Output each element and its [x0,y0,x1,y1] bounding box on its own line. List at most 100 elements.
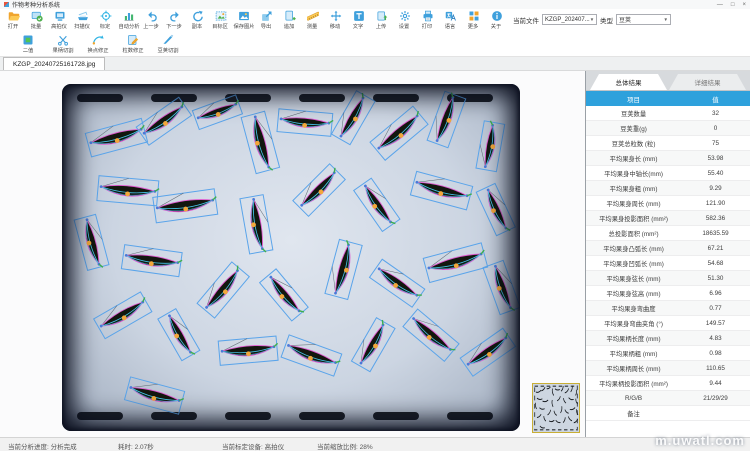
toolbar-button-more[interactable]: 更多 [462,10,485,31]
toolbar-button-language[interactable]: 语言 [439,10,462,31]
toolbar-button-prev-step[interactable]: 上一步 [140,10,163,31]
toolbar-button-auto-analyze[interactable]: 自动分析 [117,10,140,31]
toolbar-button-calibrate[interactable]: 标定 [94,10,117,31]
results-table-body: 豆荚数量32豆荚重(g)0豆荚总粒数 (粒)75平均果身长 (mm)53.98平… [586,106,750,421]
row-item-value: 9.44 [681,376,750,390]
row-item-value: 9.29 [681,181,750,195]
toolbar-button-stem-cut[interactable]: 果柄切割 [48,34,78,55]
type-combobox[interactable]: 豆荚 ▼ [616,14,671,25]
toolbar-button-label: 换点修正 [87,46,108,54]
toolbar-button-doc-camera[interactable]: 高拍仪 [48,10,71,31]
row-item-label: 总投影面积 (mm²) [586,226,681,240]
table-row: 平均果身粗 (mm)9.29 [586,181,750,196]
table-row: 平均果柄周长 (mm)110.65 [586,361,750,376]
status-bar: 当前分析进度: 分析完成 耗时: 2.07秒 当前标定设备: 高拍仪 当前缩放比… [0,437,750,451]
close-button[interactable]: × [742,2,746,8]
status-progress: 当前分析进度: 分析完成 [8,441,77,451]
toolbar-button-target-area[interactable]: 目标区 [209,10,232,31]
toolbar-button-batch[interactable]: 批量 [25,10,48,31]
table-row: 豆荚重(g)0 [586,121,750,136]
calibrate-icon [100,10,112,22]
row-item-value: 582.36 [681,211,750,225]
toolbar-button-binarize[interactable]: 二值 [13,34,43,55]
row-item-value: 54.68 [681,256,750,270]
edit-toolbar: 二值 果柄切割换点修正 粒数修正豆荚切割 [0,32,750,57]
results-tab-overall[interactable]: 总体结果 [590,74,667,90]
toolbar-button-measure[interactable]: 测量 [301,10,324,31]
toolbar-button-save-image[interactable]: 保存图片 [232,10,255,31]
toolbar-button-next-step[interactable]: 下一步 [163,10,186,31]
table-row: 平均果身凹弧长 (mm)54.68 [586,256,750,271]
toolbar-button-print[interactable]: 打印 [416,10,439,31]
watermark: m.uwatl.com [655,433,745,448]
pod-detection [476,183,516,236]
current-file-combobox[interactable]: KZGP_202407... ▼ [542,14,597,25]
row-item-value: 53.98 [681,151,750,165]
row-item-value: 0.77 [681,301,750,315]
gear-icon [399,10,411,22]
row-item-label: R/G/B [586,391,681,405]
save-image-icon [238,10,250,22]
row-item-value: 0 [681,121,750,135]
toolbar-button-open[interactable]: 打开 [2,10,25,31]
chevron-down-icon: ▼ [664,17,668,22]
app-icon [4,2,9,7]
folder-open-icon [8,10,20,22]
thumbnail-graphics [533,384,579,432]
image-canvas[interactable] [0,71,585,437]
batch-icon [31,10,43,22]
row-item-label: 豆荚数量 [586,106,681,120]
toolbar-button-label: 上传 [376,22,387,30]
table-row: 平均果身弯曲度0.77 [586,301,750,316]
minimize-button[interactable]: — [717,2,723,8]
pod-detection [281,335,343,377]
pod-detection [370,106,429,161]
current-file-value: KZGP_202407... [545,17,590,23]
row-item-value: 18635.59 [681,226,750,240]
pod-detection [325,238,363,299]
toolbar-button-label: 追加 [284,22,295,30]
toolbar-button-label: 二值 [23,46,34,54]
results-tab-detail[interactable]: 详细结果 [669,74,746,90]
binary-icon [22,34,34,46]
toolbar-button-point-fix[interactable]: 换点修正 [83,34,113,55]
analyzed-photo[interactable] [62,84,520,431]
status-device: 当前标定设备: 高拍仪 [222,441,284,451]
more-grid-icon [468,10,480,22]
toolbar-button-label: 保存图片 [233,22,254,30]
toolbar-button-append[interactable]: 追加 [278,10,301,31]
toolbar-button-duplicate[interactable]: 副本 [186,10,209,31]
window-controls: — □ × [717,2,746,8]
navigator-thumbnail[interactable] [532,383,580,433]
pod-detection [260,269,309,322]
table-row: 平均果身周长 (mm)121.90 [586,196,750,211]
scissors-icon [57,34,69,46]
toolbar-button-export[interactable]: 导出 [255,10,278,31]
table-row: 平均果柄投影面积 (mm²)9.44 [586,376,750,391]
document-tab-bar: KZGP_20240725161728.jpg [0,57,750,71]
toolbar-button-count-fix[interactable]: 粒数修正 [118,34,148,55]
toolbar-button-about[interactable]: 关于 [485,10,508,31]
title-bar: 作物考种分析系统 — □ × [0,0,750,9]
toolbar-button-pod-cut[interactable]: 豆荚切割 [153,34,183,55]
current-file-label: 当前文件 [513,15,539,25]
table-row: 豆荚数量32 [586,106,750,121]
row-item-value: 110.65 [681,361,750,375]
toolbar-button-settings[interactable]: 设置 [393,10,416,31]
row-item-label: 平均果身投影面积 (mm²) [586,211,681,225]
toolbar-button-text[interactable]: 文字 [347,10,370,31]
maximize-button[interactable]: □ [731,2,735,8]
window-title: 作物考种分析系统 [12,0,60,9]
toolbar-button-label: 目标区 [213,22,229,30]
toolbar-button-move[interactable]: 移动 [324,10,347,31]
row-item-label: 平均果身周长 (mm) [586,196,681,210]
toolbar-button-label: 文字 [353,22,364,30]
table-row: 平均果身长 (mm)53.98 [586,151,750,166]
toolbar-button-scanner[interactable]: 扫描仪 [71,10,94,31]
table-row: 平均果身弯曲夹角 (°)149.57 [586,316,750,331]
document-tab[interactable]: KZGP_20240725161728.jpg [3,57,105,70]
toolbar-button-label: 设置 [399,22,410,30]
pod-detection [97,176,160,206]
toolbar-button-upload[interactable]: 上传 [370,10,393,31]
toolbar-button-label: 扫描仪 [75,22,91,30]
